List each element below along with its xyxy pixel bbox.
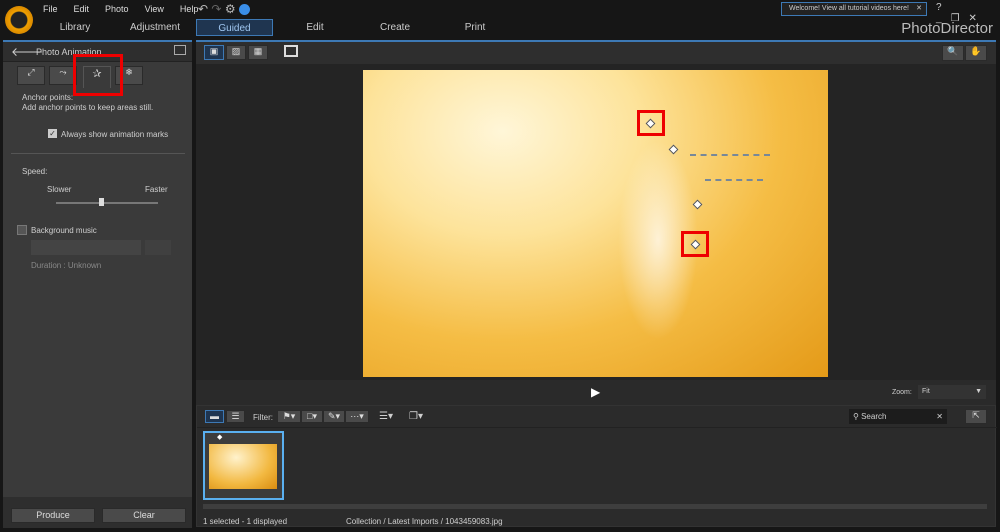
redo-icon[interactable]: ↷ xyxy=(211,2,221,16)
highlight-box xyxy=(73,54,123,96)
photo-canvas[interactable] xyxy=(363,70,828,377)
clear-button[interactable]: Clear xyxy=(102,508,186,523)
app-logo xyxy=(5,6,33,34)
search-icon: ⚲ xyxy=(853,412,859,421)
thumbnail-view-icon[interactable]: ▬ xyxy=(205,410,224,423)
highlight-box xyxy=(681,231,709,257)
fullscreen-icon[interactable] xyxy=(284,45,298,57)
motion-arrow[interactable] xyxy=(690,154,770,156)
viewer: ▣ ▨ ▦ 🔍 ✋ ▶ Zoom: Fit ▼ xyxy=(196,40,996,407)
flag-filter-icon[interactable]: ⚑▾ xyxy=(277,410,301,423)
horizontal-scrollbar[interactable] xyxy=(203,504,987,509)
stack-icon[interactable]: ❐▾ xyxy=(409,411,423,422)
menu-view[interactable]: View xyxy=(145,4,164,14)
tab-print[interactable]: Print xyxy=(435,19,515,36)
anchor-heading: Anchor points: xyxy=(22,93,74,102)
bg-music-checkbox[interactable] xyxy=(17,225,27,235)
tab-adjustment[interactable]: Adjustment xyxy=(115,19,195,36)
faster-label: Faster xyxy=(145,185,168,194)
notification-icon[interactable] xyxy=(238,4,250,16)
media-browser: ▬ ☰ Filter: ⚑▾ □▾ ✎▾ ⋯▾ ☰▾ ❐▾ ⚲ Search ✕ … xyxy=(196,405,997,527)
tab-create[interactable]: Create xyxy=(355,19,435,36)
selection-status: 1 selected - 1 displayed xyxy=(203,517,288,526)
zoom-select[interactable]: Fit ▼ xyxy=(918,385,986,399)
export-icon[interactable]: ⇱ xyxy=(965,409,987,424)
welcome-tooltip[interactable]: Welcome! View all tutorial videos here! ✕ xyxy=(781,2,927,16)
show-marks-label: Always show animation marks xyxy=(61,130,169,139)
grid-view-icon[interactable]: ▦ xyxy=(248,45,268,60)
menu-file[interactable]: File xyxy=(43,4,58,14)
clear-search-icon[interactable]: ✕ xyxy=(936,412,943,421)
music-file-field xyxy=(31,240,141,255)
bg-music-label: Background music xyxy=(31,226,97,235)
file-path: Collection / Latest Imports / 1043459083… xyxy=(346,517,503,526)
browse-button xyxy=(145,240,171,255)
single-view-icon[interactable]: ▣ xyxy=(204,45,224,60)
list-view-icon[interactable]: ☰ xyxy=(226,410,245,423)
left-panel: 🡐 Photo Animation ⤢ ⤳ ✰ ❄ Anchor points:… xyxy=(3,40,192,528)
sort-icon[interactable]: ☰▾ xyxy=(379,411,393,422)
tab-guided[interactable]: Guided xyxy=(196,19,273,36)
tab-edit[interactable]: Edit xyxy=(275,19,355,36)
produce-button[interactable]: Produce xyxy=(11,508,95,523)
help-icon[interactable]: ? xyxy=(936,2,951,13)
compare-view-icon[interactable]: ▨ xyxy=(226,45,246,60)
anchor-description: Add anchor points to keep areas still. xyxy=(22,103,154,112)
show-marks-checkbox[interactable]: ✓ xyxy=(48,129,57,138)
rating-filter-icon[interactable]: □▾ xyxy=(301,410,323,423)
undo-icon[interactable]: ↶ xyxy=(198,2,208,16)
zoom-tool-icon[interactable]: 🔍 xyxy=(942,45,964,61)
filter-label: Filter: xyxy=(253,413,273,422)
menu-edit[interactable]: Edit xyxy=(74,4,90,14)
color-filter-icon[interactable]: ✎▾ xyxy=(323,410,345,423)
menu-help[interactable]: Help xyxy=(180,4,199,14)
play-icon[interactable]: ▶ xyxy=(591,385,600,399)
tab-library[interactable]: Library xyxy=(35,19,115,36)
settings-icon[interactable]: ⚙ xyxy=(225,2,236,16)
speed-slider[interactable] xyxy=(56,198,158,206)
menu-photo[interactable]: Photo xyxy=(105,4,129,14)
menu-bar: File Edit Photo View Help xyxy=(43,4,214,14)
motion-arrow-icon[interactable]: ⤢ xyxy=(17,66,45,85)
photo-thumbnail[interactable]: ◆ xyxy=(203,431,284,500)
speed-label: Speed: xyxy=(22,167,48,176)
animation-mark-icon: ◆ xyxy=(217,434,223,441)
divider xyxy=(11,153,185,154)
slower-label: Slower xyxy=(47,185,72,194)
zoom-label: Zoom: xyxy=(892,389,912,396)
motion-arrow[interactable] xyxy=(705,179,763,181)
more-filter-icon[interactable]: ⋯▾ xyxy=(345,410,369,423)
brand-title: PhotoDirector xyxy=(901,20,993,37)
chevron-down-icon: ▼ xyxy=(975,388,982,395)
hand-tool-icon[interactable]: ✋ xyxy=(965,45,987,61)
close-icon[interactable]: ✕ xyxy=(916,3,922,15)
highlight-box xyxy=(637,110,665,136)
duration-text: Duration : Unknown xyxy=(31,261,102,270)
search-input[interactable]: ⚲ Search ✕ xyxy=(849,409,947,424)
slider-thumb[interactable] xyxy=(98,198,104,206)
help-video-icon[interactable] xyxy=(174,45,186,55)
